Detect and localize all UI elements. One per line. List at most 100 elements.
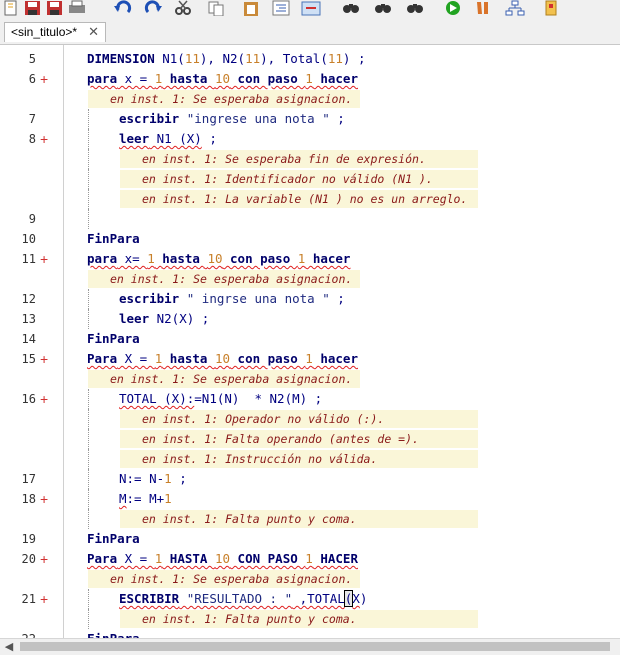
code-line[interactable]: 12 escribir " ingrse una nota " ;	[0, 289, 620, 309]
code-editor[interactable]: 5 DIMENSION N1(11), N2(11), Total(11) ; 6 +…	[0, 44, 620, 639]
keyword-token: hasta	[162, 71, 215, 86]
code-line[interactable]: 16 + TOTAL (X):=N1(N) * N2(M) ;	[0, 389, 620, 409]
error-marker-icon[interactable]: +	[40, 349, 48, 369]
scrollbar-thumb[interactable]	[20, 642, 610, 651]
code-token: X	[352, 591, 360, 606]
paste-icon[interactable]	[240, 0, 262, 16]
code-line[interactable]: 11 + para x= 1 hasta 10 con paso 1 hacer	[0, 249, 620, 269]
comment-icon[interactable]	[300, 0, 322, 16]
code-token: X =	[117, 551, 155, 566]
code-line[interactable]: 13 leer N2(X) ;	[0, 309, 620, 329]
code-line[interactable]: 5 DIMENSION N1(11), N2(11), Total(11) ;	[0, 49, 620, 69]
code-line[interactable]: 15 + Para X = 1 hasta 10 con paso 1 hacer	[0, 349, 620, 369]
code-text: FinPara	[87, 329, 140, 349]
code-line[interactable]: 20 + Para X = 1 HASTA 10 CON PASO 1 HACER	[0, 549, 620, 569]
error-marker-icon[interactable]: +	[40, 249, 48, 269]
error-marker-icon[interactable]: +	[40, 389, 48, 409]
export-icon[interactable]	[540, 0, 562, 16]
indent-guide	[88, 609, 89, 629]
number-token: 1	[147, 251, 155, 266]
code-token: X =	[117, 351, 155, 366]
error-marker-icon[interactable]: +	[40, 69, 48, 89]
keyword-token: hacer	[305, 251, 351, 266]
indent-guide	[88, 309, 89, 329]
line-number: 16	[21, 392, 36, 406]
find-next-icon[interactable]	[404, 0, 426, 16]
code-line[interactable]: 18 + M:= M+1	[0, 489, 620, 509]
line-number: 12	[21, 292, 36, 306]
find-icon[interactable]	[340, 0, 362, 16]
scroll-left-icon[interactable]: ◀	[2, 640, 16, 654]
file-tab[interactable]: <sin_titulo>* ✕	[4, 22, 106, 42]
code-line[interactable]: 14 FinPara	[0, 329, 620, 349]
indent-guide	[88, 169, 89, 189]
code-token: )	[359, 591, 368, 606]
error-marker-icon[interactable]: +	[40, 489, 48, 509]
code-text: leer N2(X) ;	[119, 309, 209, 329]
line-number: 9	[28, 212, 36, 226]
cut-icon[interactable]	[172, 0, 194, 16]
error-marker-icon[interactable]: +	[40, 589, 48, 609]
error-marker-icon[interactable]: +	[40, 549, 48, 569]
error-annotation: en inst. 1: Identificador no válido (N1 …	[0, 169, 620, 189]
error-message: en inst. 1: Identificador no válido (N1 …	[120, 170, 478, 188]
error-message: en inst. 1: Operador no válido (:).	[120, 410, 478, 428]
code-token: x=	[117, 251, 148, 266]
keyword-token: leer	[119, 131, 150, 146]
number-token: 10	[214, 351, 231, 366]
error-marker-icon[interactable]: +	[40, 129, 48, 149]
code-line[interactable]: 6 + para x = 1 hasta 10 con paso 1 hacer	[0, 69, 620, 89]
line-number: 14	[21, 332, 36, 346]
code-line[interactable]: 21 + ESCRIBIR "RESULTADO : " ,TOTAL(X)	[0, 589, 620, 609]
save-icon[interactable]	[22, 0, 44, 16]
code-token: ), N2(	[199, 51, 246, 66]
run-icon[interactable]	[442, 0, 464, 16]
code-text: M:= M+1	[119, 489, 172, 509]
error-annotation: en inst. 1: Falta punto y coma.	[0, 509, 620, 529]
error-annotation: en inst. 1: Falta punto y coma.	[0, 609, 620, 629]
number-token: 11	[184, 51, 200, 66]
code-token: N:= N-	[119, 471, 165, 486]
code-line[interactable]: 7 escribir "ingrese una nota " ;	[0, 109, 620, 129]
indent-guide	[88, 389, 89, 409]
code-token: ) ;	[342, 51, 366, 66]
error-message: en inst. 1: Se esperaba asignacion.	[88, 570, 360, 588]
step-icon[interactable]	[472, 0, 494, 16]
find-prev-icon[interactable]	[372, 0, 394, 16]
copy-icon[interactable]	[205, 0, 227, 16]
undo-icon[interactable]	[112, 0, 134, 16]
code-line[interactable]: 9	[0, 209, 620, 229]
redo-icon[interactable]	[142, 0, 164, 16]
save-as-icon[interactable]	[44, 0, 66, 16]
code-line[interactable]: 17 N:= N-1 ;	[0, 469, 620, 489]
code-token: ;	[201, 131, 217, 146]
indent-icon[interactable]	[270, 0, 292, 16]
line-number: 18	[21, 492, 36, 506]
keyword-token: HACER	[312, 551, 358, 566]
indent-guide	[88, 149, 89, 169]
keyword-token: con paso	[222, 251, 298, 266]
code-line[interactable]: 8 + leer N1 (X) ;	[0, 129, 620, 149]
close-tab-icon[interactable]: ✕	[88, 23, 99, 41]
code-token: ;	[171, 471, 187, 486]
code-line[interactable]: 10 FinPara	[0, 229, 620, 249]
keyword-token: con paso	[230, 71, 306, 86]
error-annotation: en inst. 1: La variable (N1 ) no es un a…	[0, 189, 620, 209]
indent-guide	[88, 509, 89, 529]
error-annotation: en inst. 1: Instrucción no válida.	[0, 449, 620, 469]
number-token: 1	[164, 471, 172, 486]
keyword-token: FinPara	[87, 231, 140, 246]
horizontal-scrollbar[interactable]: ◀	[0, 638, 620, 655]
new-file-icon[interactable]	[0, 0, 22, 16]
code-text: ESCRIBIR "RESULTADO : " ,TOTAL(X)	[119, 589, 367, 609]
keyword-token: ESCRIBIR	[119, 591, 180, 606]
keyword-token: hasta	[162, 351, 215, 366]
keyword-token: con paso	[230, 351, 306, 366]
flowchart-icon[interactable]	[504, 0, 526, 16]
number-token: 1	[305, 551, 313, 566]
error-message: en inst. 1: Se esperaba fin de expresión…	[120, 150, 478, 168]
print-icon[interactable]	[66, 0, 88, 16]
code-line[interactable]: 19 FinPara	[0, 529, 620, 549]
line-number: 19	[21, 532, 36, 546]
code-lines: 5 DIMENSION N1(11), N2(11), Total(11) ; 6 +…	[0, 49, 620, 639]
